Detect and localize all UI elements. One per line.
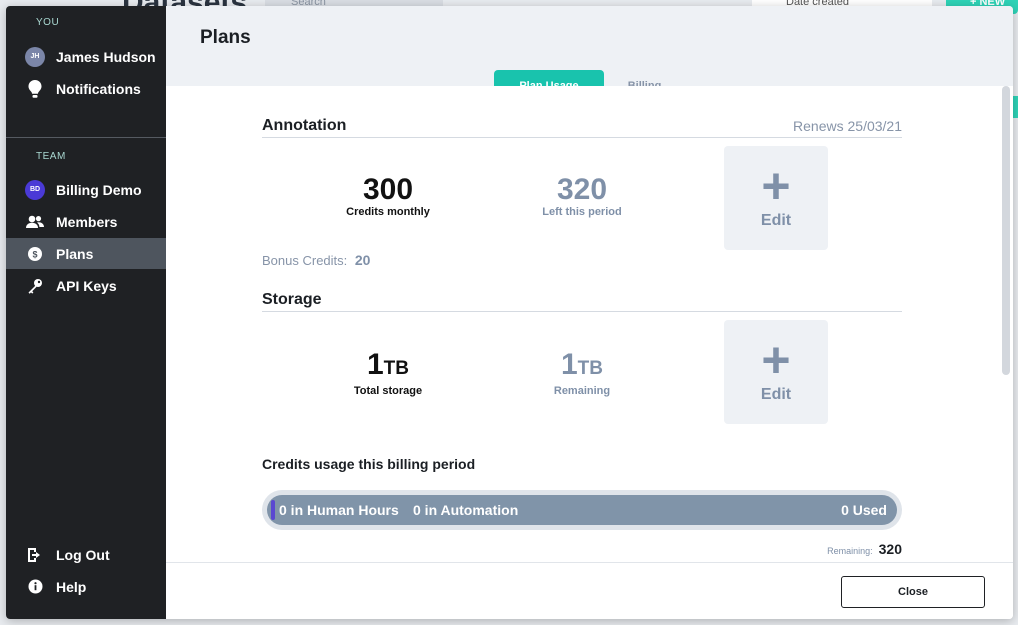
plan-usage-content: Annotation Renews 25/03/21 300 Credits m… <box>166 86 1013 562</box>
renews-date: Renews 25/03/21 <box>793 118 902 134</box>
info-icon <box>25 577 45 597</box>
lightbulb-icon <box>25 79 45 99</box>
bonus-credits: Bonus Credits: 20 <box>262 252 370 268</box>
sidebar-item-api-keys[interactable]: API Keys <box>6 270 166 301</box>
remaining-storage-unit: TB <box>577 358 603 379</box>
sidebar-item-label: James Hudson <box>56 48 156 65</box>
credits-usage-bar: 0 in Human Hours 0 in Automation 0 Used <box>262 490 902 530</box>
you-section-label: YOU <box>36 17 60 28</box>
key-icon <box>25 276 45 296</box>
edit-storage-label: Edit <box>760 386 792 403</box>
remaining-storage-stat: 1TB Remaining <box>507 348 657 398</box>
storage-divider <box>262 311 902 312</box>
automation-usage: 0 in Automation <box>413 502 519 518</box>
plans-dialog: YOU JH James Hudson Notifications TEAM B… <box>6 6 1013 619</box>
sidebar-item-members[interactable]: Members <box>6 206 166 237</box>
edit-storage-button[interactable]: + Edit <box>724 320 828 424</box>
logout-icon <box>25 545 45 565</box>
dialog-header: Plans Plan Usage Billing <box>166 6 1013 102</box>
total-storage-stat: 1TB Total storage <box>313 348 463 398</box>
sidebar-item-label: Billing Demo <box>56 181 142 198</box>
sidebar-divider <box>6 137 166 138</box>
sidebar-item-label: API Keys <box>56 277 117 294</box>
page-title: Plans <box>200 27 251 48</box>
remaining-credits: Remaining: 320 <box>796 541 902 557</box>
annotation-section-title: Annotation <box>262 117 347 134</box>
remaining-credits-value: 320 <box>878 541 902 557</box>
plus-icon: + <box>761 158 791 214</box>
total-storage-label: Total storage <box>353 385 423 397</box>
credits-monthly-label: Credits monthly <box>346 206 430 218</box>
credits-usage-title: Credits usage this billing period <box>262 456 476 472</box>
total-storage-unit: TB <box>383 358 409 379</box>
remaining-credits-label: Remaining: <box>827 546 873 556</box>
credits-left-label: Left this period <box>542 206 622 218</box>
total-storage-value: 1 <box>366 348 384 381</box>
bonus-credits-label: Bonus Credits: <box>262 253 348 268</box>
sidebar-item-label: Members <box>56 213 118 230</box>
plus-icon: + <box>761 332 791 388</box>
bonus-credits-value: 20 <box>354 252 371 268</box>
dollar-circle-icon: $ <box>25 244 45 264</box>
sidebar-item-profile[interactable]: JH James Hudson <box>6 41 166 72</box>
svg-text:$: $ <box>32 249 37 259</box>
sidebar-item-label: Notifications <box>56 80 141 97</box>
dialog-footer: Close <box>166 562 1013 619</box>
sidebar-item-label: Plans <box>56 245 94 262</box>
credits-monthly-value: 300 <box>362 173 414 206</box>
team-section-label: TEAM <box>36 151 66 162</box>
remaining-storage-label: Remaining <box>553 385 611 397</box>
sidebar-item-help[interactable]: Help <box>6 571 166 602</box>
sidebar-item-notifications[interactable]: Notifications <box>6 73 166 104</box>
sidebar-item-logout[interactable]: Log Out <box>6 539 166 570</box>
credits-left-stat: 320 Left this period <box>507 173 657 219</box>
users-icon <box>25 212 45 232</box>
credits-monthly-stat: 300 Credits monthly <box>313 173 463 219</box>
sidebar-item-plans[interactable]: $ Plans <box>6 238 166 269</box>
annotation-divider <box>262 137 902 138</box>
credits-left-value: 320 <box>556 173 608 206</box>
sidebar-item-label: Help <box>56 578 87 595</box>
usage-bar-marker <box>271 500 275 520</box>
settings-sidebar: YOU JH James Hudson Notifications TEAM B… <box>6 6 166 619</box>
remaining-storage-value: 1 <box>560 348 578 381</box>
storage-section-title: Storage <box>262 291 322 308</box>
credits-usage-bar-fill: 0 in Human Hours 0 in Automation 0 Used <box>267 495 897 525</box>
edit-annotation-button[interactable]: + Edit <box>724 146 828 250</box>
user-avatar: JH <box>25 46 45 67</box>
close-button[interactable]: Close <box>841 576 985 608</box>
team-avatar: BD <box>25 179 45 200</box>
content-scrollbar-thumb[interactable] <box>1002 86 1010 375</box>
sidebar-item-team[interactable]: BD Billing Demo <box>6 174 166 205</box>
sidebar-item-label: Log Out <box>56 546 110 563</box>
edit-annotation-label: Edit <box>760 212 792 229</box>
human-hours-usage: 0 in Human Hours <box>279 502 399 518</box>
used-credits: 0 Used <box>841 502 887 518</box>
